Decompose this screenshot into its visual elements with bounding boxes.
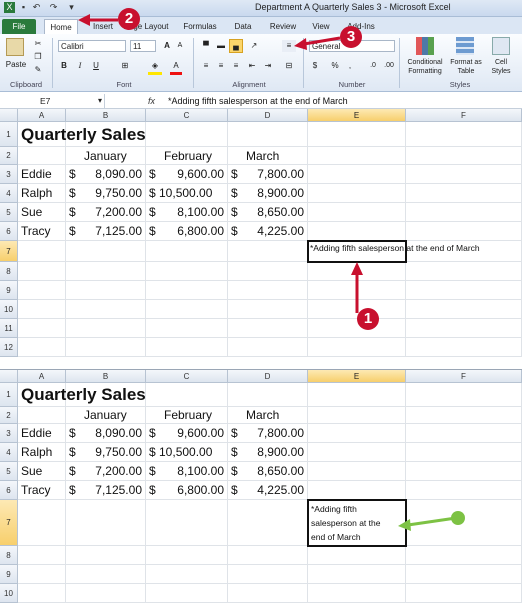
annotation-overlay [78, 14, 363, 313]
callout-badge-1: 1 [357, 308, 379, 330]
annotation-overlay-after [398, 511, 465, 531]
callout-badge-2: 2 [118, 8, 140, 30]
excel-window-before: X ▪ ↶ ↷ ▾ Department A Quarterly Sales 3… [0, 0, 522, 357]
excel-window-after: A B C D E F 1 2 3 4 5 6 7 8 9 10 Quarterly Sales January F… [0, 369, 522, 605]
callout-badge-3: 3 [340, 26, 362, 48]
green-pointer-arrow [398, 511, 465, 531]
callout-arrow-3 [294, 36, 341, 50]
callout-arrow-1 [351, 262, 363, 313]
callout-arrow-2 [78, 14, 118, 26]
